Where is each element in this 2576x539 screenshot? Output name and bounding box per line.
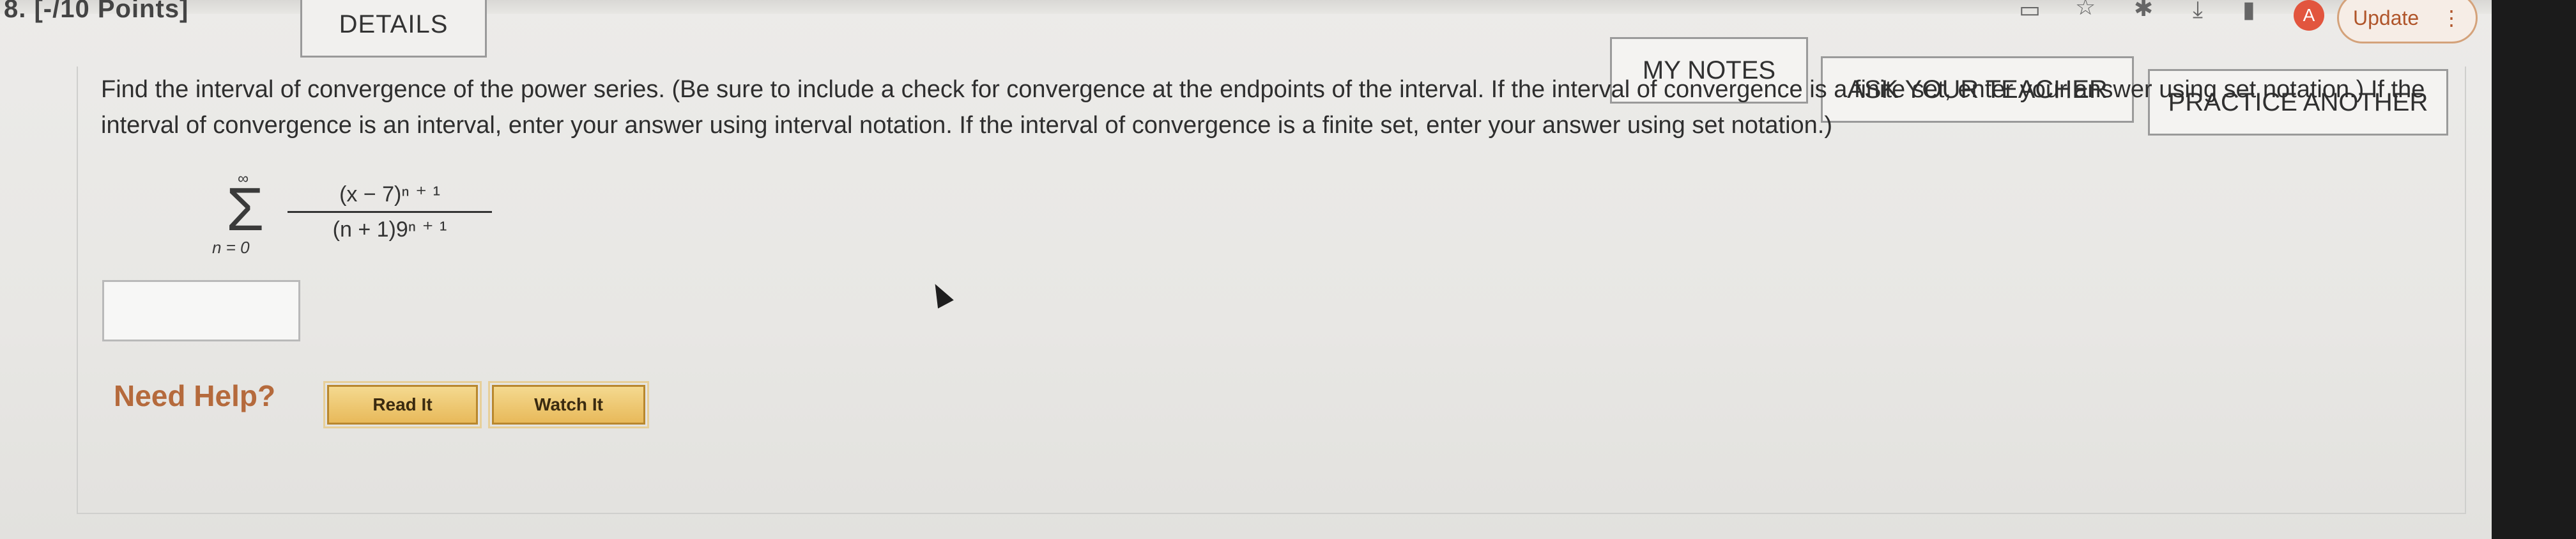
- series-fraction: (x − 7)ⁿ ⁺ ¹ (n + 1)9ⁿ ⁺ ¹: [288, 182, 492, 242]
- details-button[interactable]: DETAILS: [300, 0, 487, 58]
- panel-bottom-border: [77, 513, 2466, 514]
- profile-avatar[interactable]: A: [2294, 0, 2324, 31]
- menu-icon: ⋮: [2441, 6, 2462, 29]
- sigma-icon: Σ: [226, 175, 264, 244]
- question-text: Find the interval of convergence of the …: [101, 76, 2425, 139]
- fraction-bar: [288, 211, 492, 213]
- watch-it-button[interactable]: Watch It: [488, 381, 649, 428]
- fraction-numerator: (x − 7)ⁿ ⁺ ¹: [339, 182, 440, 207]
- star-icon[interactable]: ☆: [2075, 0, 2096, 20]
- fraction-denominator: (n + 1)9ⁿ ⁺ ¹: [332, 217, 447, 242]
- sidebar-icon[interactable]: ▮: [2242, 0, 2255, 23]
- power-series-formula: ∞ Σ n = 0 (x − 7)ⁿ ⁺ ¹ (n + 1)9ⁿ ⁺ ¹: [212, 170, 492, 257]
- download-icon[interactable]: ⤓: [2193, 0, 2203, 24]
- extensions-icon[interactable]: ✱: [2134, 0, 2153, 22]
- need-help-label: Need Help?: [114, 379, 276, 412]
- answer-input[interactable]: [102, 280, 300, 341]
- question-number: 8. [-/10 Points]: [4, 0, 189, 23]
- update-button[interactable]: Update ⋮: [2337, 0, 2478, 43]
- read-it-button[interactable]: Read It: [323, 381, 482, 428]
- monitor-bezel: [2492, 0, 2576, 539]
- window-icon[interactable]: ▭: [2019, 0, 2041, 23]
- sum-lower-limit: n = 0: [212, 238, 250, 257]
- update-label: Update: [2353, 6, 2419, 29]
- summation: ∞ Σ n = 0: [212, 170, 281, 257]
